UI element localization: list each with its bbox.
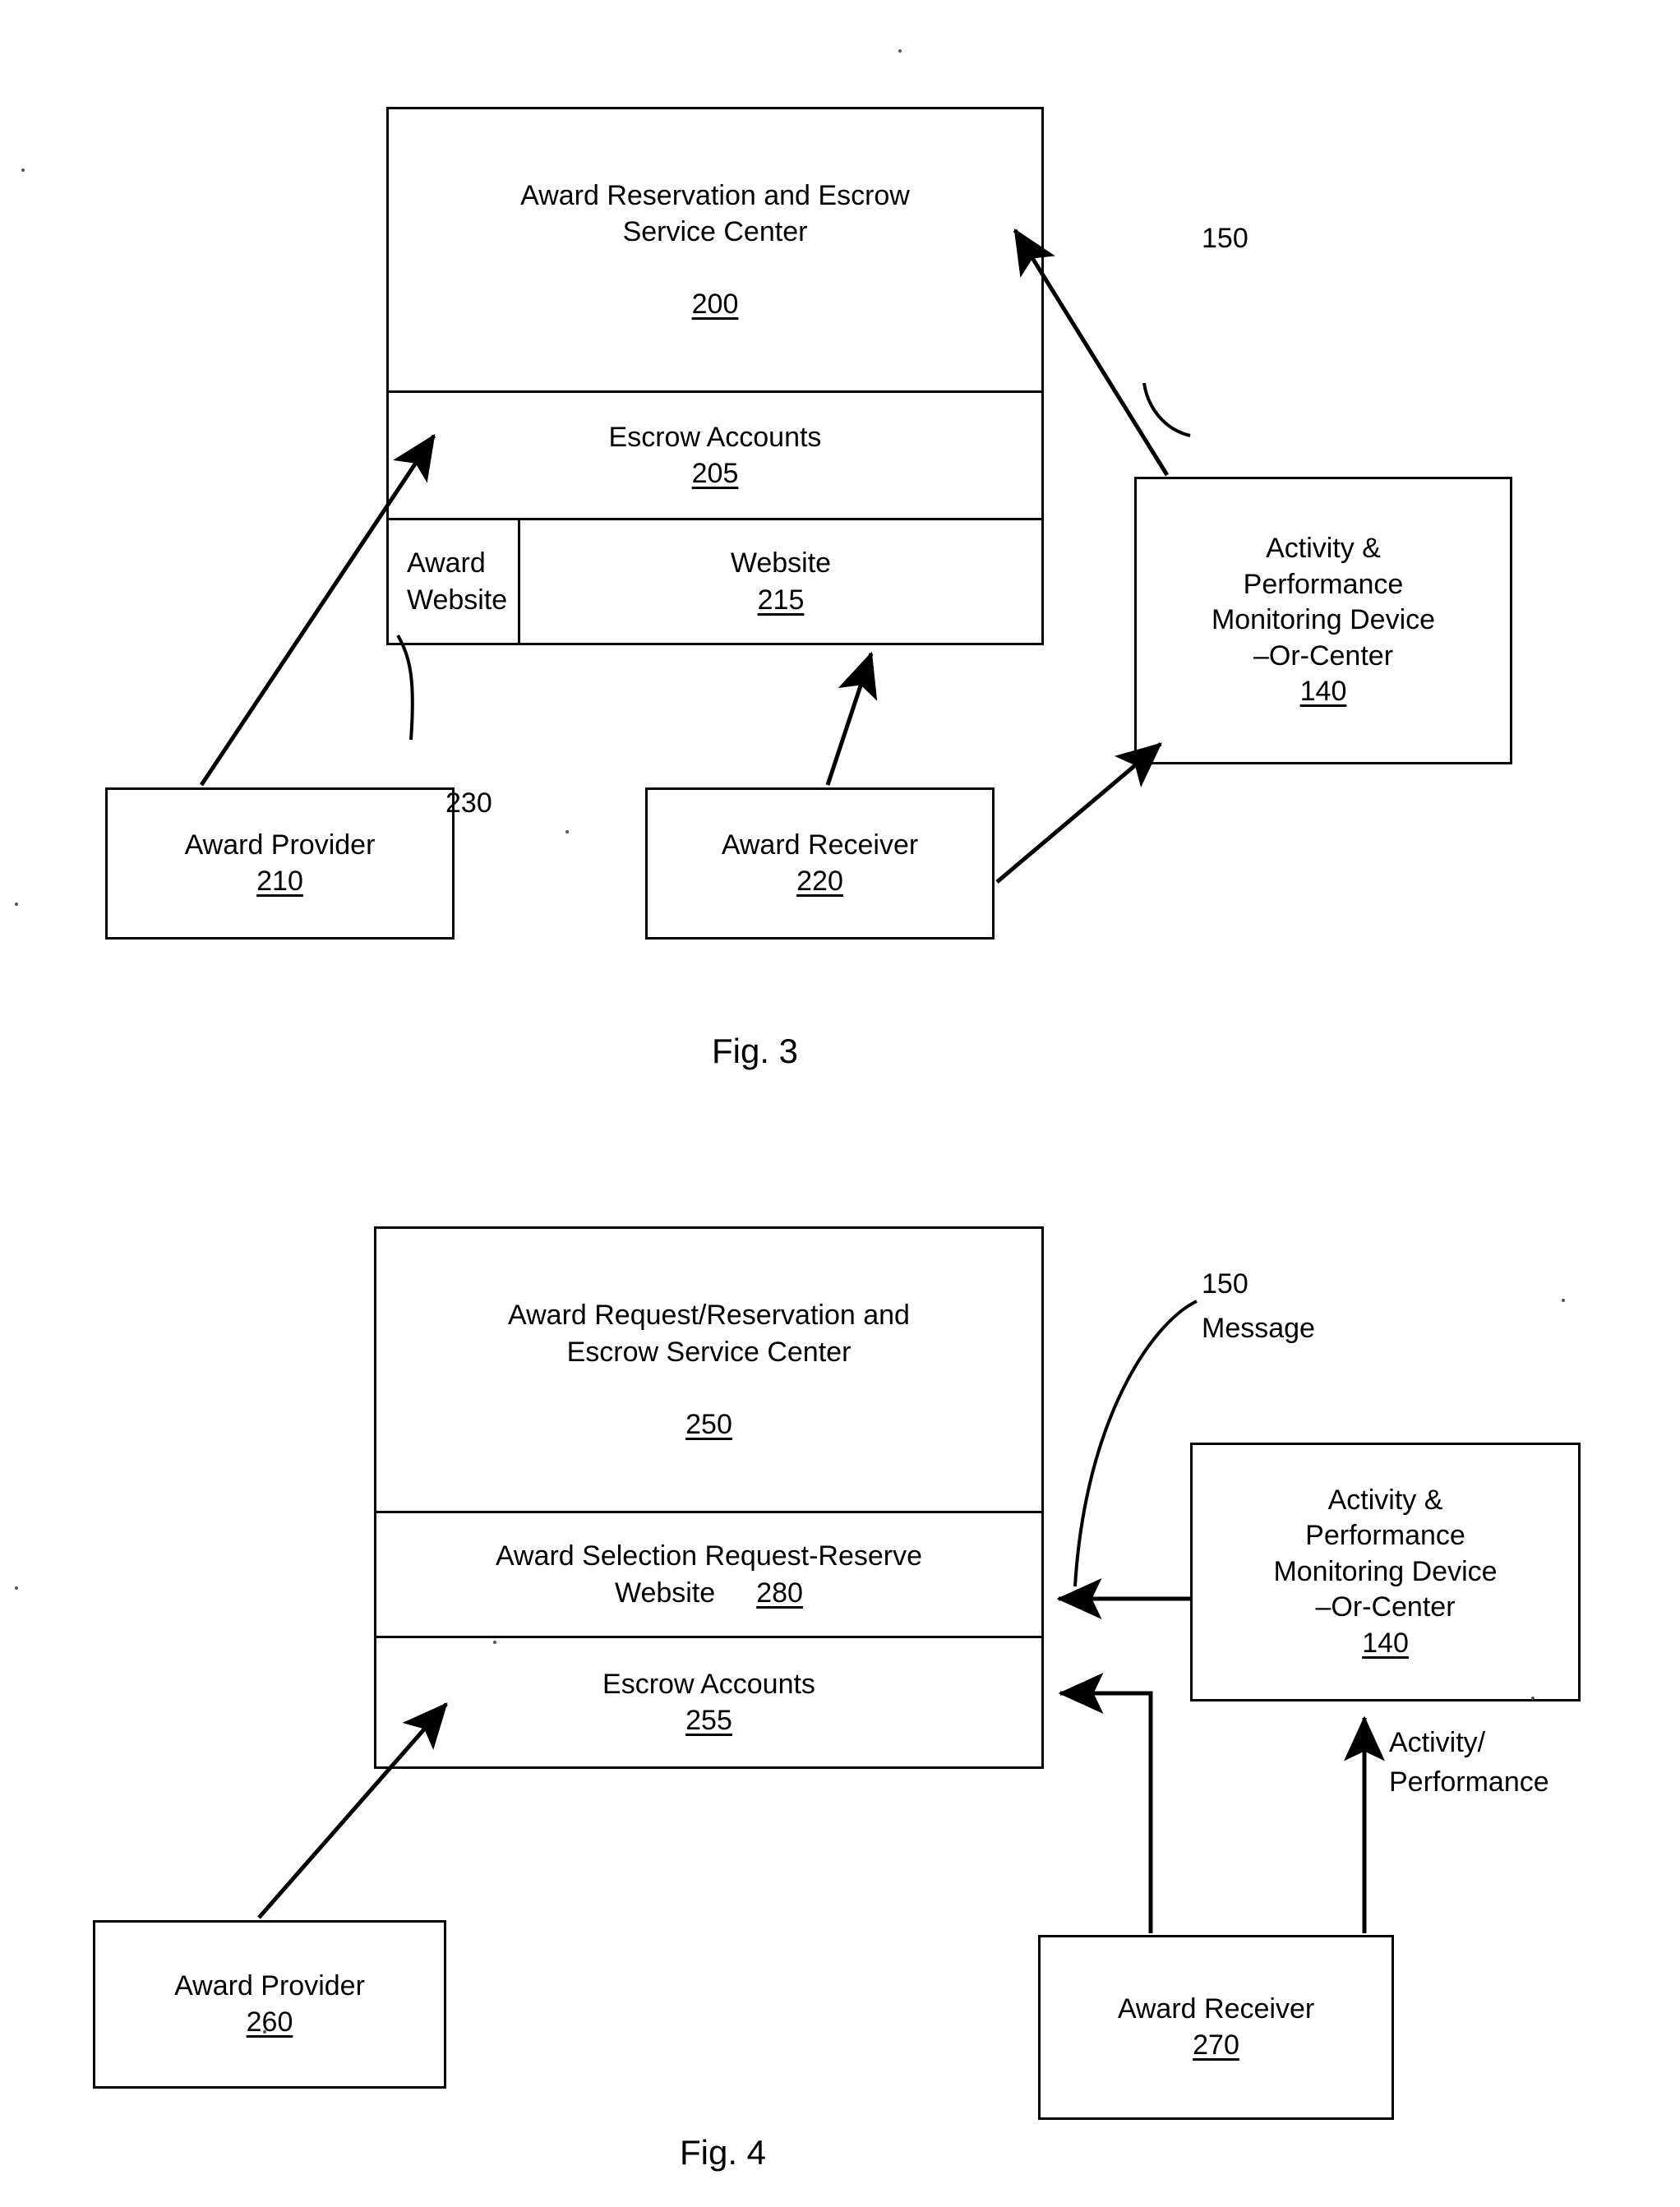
fig3-monitor-ref: 140 — [1299, 676, 1347, 708]
fig3-escrow-accounts-row: Escrow Accounts 205 — [389, 393, 1041, 520]
fig4-service-center-title-line1: Award Request/Reservation and — [508, 1300, 910, 1332]
fig4-escrow-accounts-row: Escrow Accounts 255 — [376, 1638, 1041, 1766]
fig4-monitor-line2: Performance — [1305, 1520, 1465, 1552]
fig3-arrow-receiver-to-website — [825, 651, 878, 786]
scan-speck — [15, 903, 18, 906]
fig4-monitor-line3: Monitoring Device — [1273, 1555, 1498, 1587]
fig4-award-provider-box: Award Provider 260 — [93, 1920, 446, 2089]
fig3-callout-230: 230 — [445, 787, 492, 819]
fig4-callout-150: 150 — [1202, 1268, 1248, 1300]
fig3-website-split-row: Award Website Website 215 — [389, 520, 1041, 643]
fig3-caption: Fig. 3 — [712, 1032, 799, 1070]
fig4-award-provider-ref: 260 — [246, 2006, 293, 2038]
fig4-service-center-ref: 250 — [685, 1408, 732, 1440]
fig3-monitor-line4: –Or-Center — [1253, 639, 1394, 672]
fig4-award-selection-row: Award Selection Request-Reserve Website 2… — [376, 1513, 1041, 1638]
fig4-monitoring-device-box: Activity & Performance Monitoring Device… — [1190, 1443, 1581, 1701]
scan-speck — [493, 1641, 496, 1644]
fig4-caption: Fig. 4 — [680, 2133, 767, 2172]
fig3-website-label: Website — [730, 547, 832, 579]
scan-speck — [1562, 1299, 1565, 1302]
scan-speck — [898, 49, 902, 53]
fig3-award-provider-ref: 210 — [256, 865, 303, 897]
scan-speck — [21, 169, 25, 172]
fig3-website-cell: Website 215 — [520, 520, 1041, 643]
fig4-award-selection-line1: Award Selection Request-Reserve — [495, 1540, 923, 1572]
fig4-award-receiver-label: Award Receiver — [1117, 1992, 1315, 2025]
fig4-award-receiver-ref: 270 — [1193, 2029, 1239, 2061]
fig4-escrow-accounts-ref: 255 — [685, 1704, 732, 1736]
fig4-service-center-box: Award Request/Reservation and Escrow Ser… — [374, 1226, 1044, 1769]
fig3-service-center-box: Award Reservation and Escrow Service Cen… — [386, 107, 1044, 645]
fig3-monitor-line1: Activity & — [1266, 533, 1381, 565]
fig3-award-provider-box: Award Provider 210 — [105, 787, 455, 940]
fig4-callout-activity-line2: Performance — [1389, 1766, 1549, 1798]
fig4-service-center-header: Award Request/Reservation and Escrow Ser… — [376, 1229, 1041, 1514]
scan-speck — [15, 1586, 18, 1590]
fig3-monitor-line3: Monitoring Device — [1211, 604, 1436, 636]
fig3-callout-150: 150 — [1202, 223, 1248, 254]
scan-speck — [263, 2030, 266, 2034]
fig3-service-center-title-line2: Service Center — [622, 215, 808, 247]
fig4-escrow-accounts-label: Escrow Accounts — [602, 1668, 815, 1700]
scan-speck — [565, 830, 569, 833]
fig3-arrow-receiver-to-monitor — [995, 742, 1162, 884]
fig3-award-website-cell: Award Website — [389, 520, 520, 643]
fig4-arrow-150-monitor-to-center — [1056, 1300, 1198, 1619]
fig3-escrow-accounts-ref: 205 — [691, 458, 739, 489]
fig3-award-receiver-label: Award Receiver — [721, 829, 919, 861]
fig3-award-provider-label: Award Provider — [184, 829, 376, 861]
fig4-monitor-ref: 140 — [1362, 1627, 1409, 1659]
fig4-award-selection-website-label: Website — [615, 1577, 716, 1609]
fig3-service-center-ref: 200 — [691, 289, 739, 321]
fig3-award-website-line1: Award — [407, 547, 486, 579]
fig4-award-selection-ref: 280 — [756, 1577, 803, 1609]
fig3-service-center-header: Award Reservation and Escrow Service Cen… — [389, 109, 1041, 393]
fig4-monitor-line1: Activity & — [1327, 1484, 1443, 1516]
fig4-callout-message: Message — [1202, 1313, 1315, 1344]
fig4-callout-activity-line1: Activity/ — [1389, 1727, 1486, 1758]
fig3-leader-230 — [396, 634, 414, 741]
fig3-escrow-accounts-label: Escrow Accounts — [608, 421, 822, 453]
fig3-service-center-title-line1: Award Reservation and Escrow — [520, 179, 910, 211]
fig3-award-website-line2: Website — [407, 584, 508, 616]
fig4-award-provider-label: Award Provider — [174, 1969, 365, 2002]
fig3-monitoring-device-box: Activity & Performance Monitoring Device… — [1134, 477, 1512, 764]
fig3-website-ref: 215 — [757, 584, 805, 616]
fig3-monitor-line2: Performance — [1243, 568, 1404, 600]
fig4-monitor-line4: –Or-Center — [1315, 1591, 1456, 1623]
fig3-award-receiver-ref: 220 — [796, 865, 843, 897]
fig4-arrow-receiver-to-selection — [1058, 1673, 1153, 1933]
scan-speck — [1531, 1697, 1535, 1700]
fig4-service-center-title-line2: Escrow Service Center — [566, 1336, 852, 1368]
fig4-award-receiver-box: Award Receiver 270 — [1038, 1935, 1394, 2120]
fig3-award-receiver-box: Award Receiver 220 — [645, 787, 995, 940]
fig4-award-selection-line2: Website 280 — [615, 1575, 803, 1611]
